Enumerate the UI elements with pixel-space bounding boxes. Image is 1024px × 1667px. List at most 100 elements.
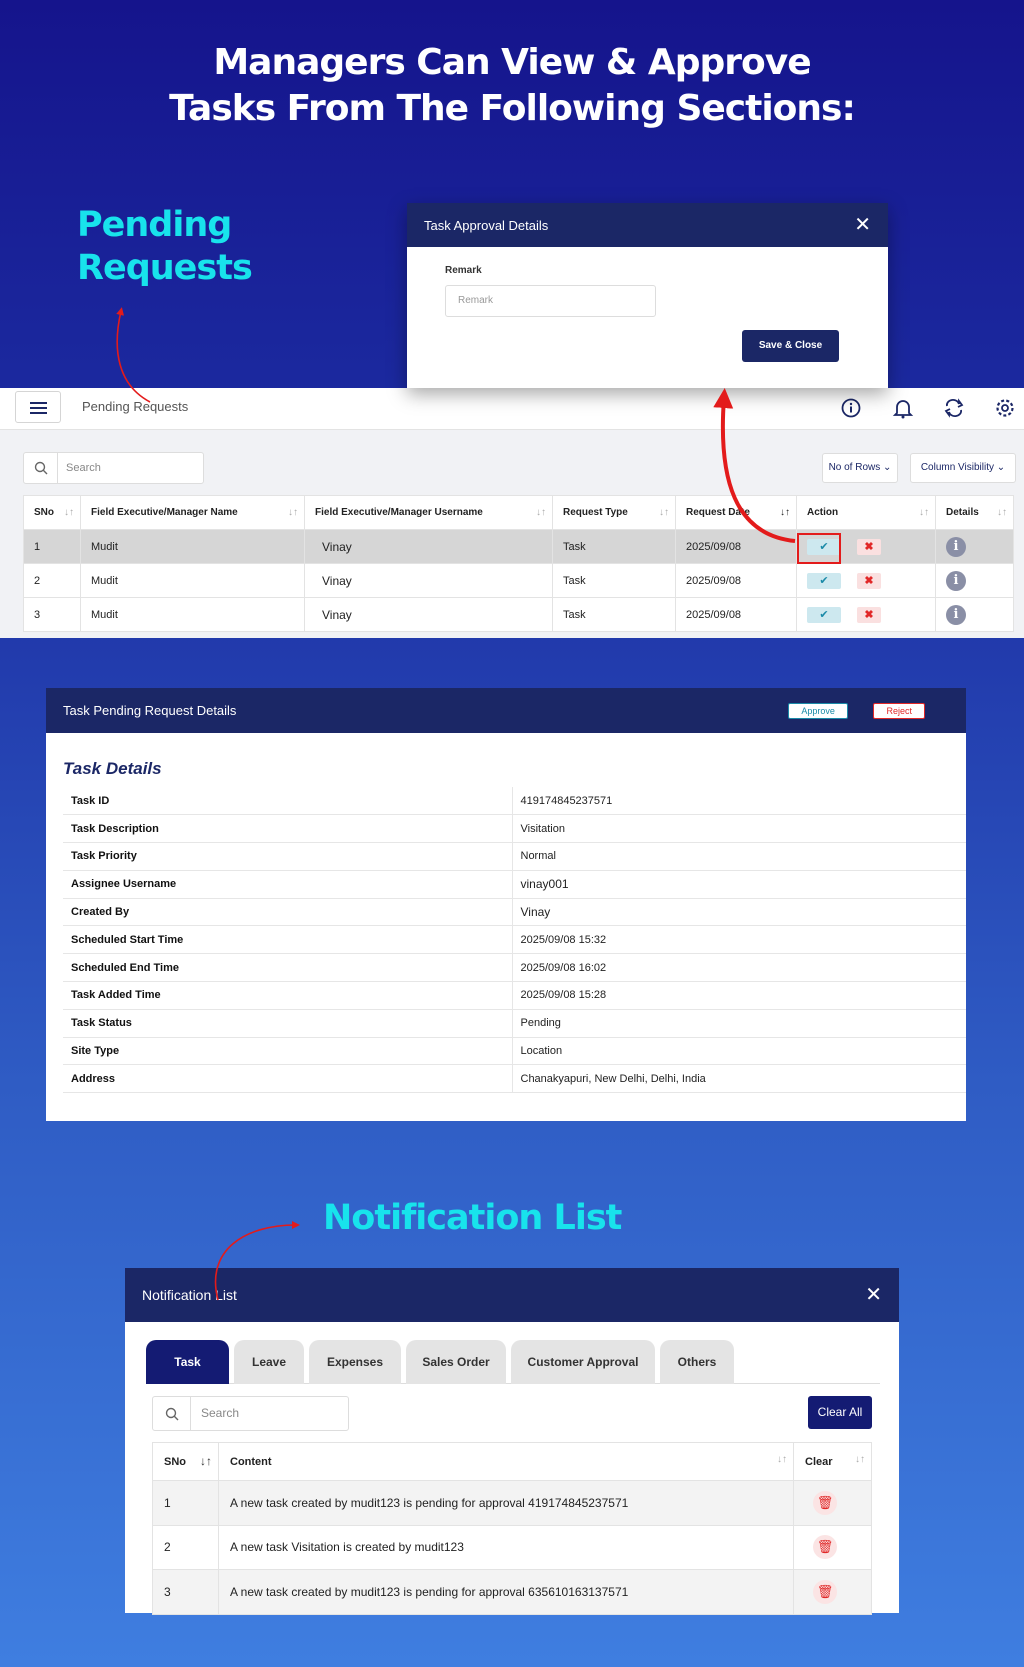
cell-sno: 2 <box>152 1524 219 1570</box>
pending-title-line-1: Pending <box>77 205 232 245</box>
highlight-box <box>797 533 841 564</box>
reject-x-button[interactable]: ✖ <box>857 572 881 589</box>
no-of-rows-dropdown[interactable]: No of Rows ⌄ <box>822 453 898 483</box>
notification-table: SNo ↓↑ Content ↓↑ Clear ↓↑ 1 A new task cre… <box>152 1442 872 1615</box>
notification-list-title: Notification List <box>323 1198 622 1238</box>
cell-action: ✔ ✖ <box>796 563 936 598</box>
detail-row: Created By Vinay <box>63 898 966 927</box>
search-input[interactable]: Search <box>23 452 204 484</box>
close-icon[interactable]: ✕ <box>854 215 871 235</box>
tab-leave[interactable]: Leave <box>234 1340 304 1384</box>
detail-row: Task Description Visitation <box>63 814 966 844</box>
cell-username: Vinay <box>304 597 553 632</box>
cell-name: Mudit <box>80 597 305 632</box>
column-header-details[interactable]: Details ↓↑ <box>935 495 1014 530</box>
cell-clear: 🗑 <box>793 1569 872 1615</box>
task-details-heading: Task Details <box>63 759 162 778</box>
approve-check-button[interactable]: ✔ <box>807 606 841 623</box>
cell-request-type: Task <box>552 597 676 632</box>
cell-sno: 3 <box>152 1569 219 1615</box>
approve-button[interactable]: Approve <box>788 703 848 719</box>
details-info-icon[interactable]: i <box>946 604 966 625</box>
detail-row: Task Status Pending <box>63 1009 966 1038</box>
detail-row: Task Priority Normal <box>63 842 966 871</box>
column-header-username[interactable]: Field Executive/Manager Username ↓↑ <box>304 495 553 530</box>
save-close-button[interactable]: Save & Close <box>742 330 839 362</box>
task-approval-modal: Task Approval Details ✕ Remark Remark Sa… <box>407 203 888 388</box>
column-header-request-date[interactable]: Request Date ↓↑ <box>675 495 797 530</box>
close-icon[interactable]: ✕ <box>865 1285 882 1305</box>
table-header: SNo ↓↑ Field Executive/Manager Name ↓↑ Fie… <box>23 495 1014 530</box>
table-row: 1 A new task created by mudit123 is pend… <box>152 1480 872 1526</box>
detail-row: Address Chanakyapuri, New Delhi, Delhi, I… <box>63 1064 966 1094</box>
info-icon[interactable] <box>840 397 862 419</box>
approve-check-button[interactable]: ✔ <box>807 572 841 589</box>
cell-request-date: 2025/09/08 <box>675 529 797 564</box>
trash-icon[interactable]: 🗑 <box>813 1579 837 1604</box>
tab-customer-approval[interactable]: Customer Approval <box>511 1340 655 1384</box>
cell-sno: 2 <box>23 563 81 598</box>
notification-search-input[interactable]: Search <box>152 1396 349 1431</box>
gear-icon[interactable] <box>994 397 1016 419</box>
search-icon <box>153 1397 191 1430</box>
cell-sno: 1 <box>23 529 81 564</box>
detail-row: Scheduled End Time 2025/09/08 16:02 <box>63 953 966 983</box>
bell-icon[interactable] <box>892 397 914 419</box>
approval-modal-header: Task Approval Details ✕ <box>407 203 888 247</box>
tab-others[interactable]: Others <box>660 1340 734 1384</box>
table-header: SNo ↓↑ Content ↓↑ Clear ↓↑ <box>152 1442 872 1481</box>
menu-button[interactable] <box>15 391 61 423</box>
pending-requests-panel: Pending Requests Search No of Rows ⌄ Col… <box>0 388 1024 638</box>
column-header-sno[interactable]: SNo ↓↑ <box>23 495 81 530</box>
column-header-sno[interactable]: SNo ↓↑ <box>152 1442 219 1481</box>
reject-button[interactable]: Reject <box>873 703 925 719</box>
pending-requests-title: Pending Requests <box>77 204 253 290</box>
detail-row: Site Type Location <box>63 1037 966 1066</box>
pending-requests-table: SNo ↓↑ Field Executive/Manager Name ↓↑ Fie… <box>23 495 1014 632</box>
cell-clear: 🗑 <box>793 1480 872 1526</box>
column-visibility-dropdown[interactable]: Column Visibility ⌄ <box>910 453 1016 483</box>
details-info-icon[interactable]: i <box>946 536 966 557</box>
search-placeholder: Search <box>201 1406 240 1420</box>
cell-details: i <box>935 563 1014 598</box>
column-header-content[interactable]: Content ↓↑ <box>218 1442 794 1481</box>
table-row: 2 Mudit Vinay Task 2025/09/08 ✔ ✖ i <box>23 563 1014 598</box>
column-header-action[interactable]: Action ↓↑ <box>796 495 936 530</box>
trash-icon[interactable]: 🗑 <box>813 1535 837 1560</box>
cell-name: Mudit <box>80 563 305 598</box>
tab-expenses[interactable]: Expenses <box>309 1340 401 1384</box>
search-icon <box>24 453 58 483</box>
table-row: 3 A new task created by mudit123 is pend… <box>152 1569 872 1615</box>
headline-line-2: Tasks From The Following Sections: <box>169 88 856 129</box>
details-modal-header: Task Pending Request Details Approve Rej… <box>46 688 966 733</box>
notification-modal-title: Notification List <box>142 1287 237 1303</box>
notification-list-modal: Notification List ✕ Task Leave Expenses … <box>125 1268 899 1615</box>
reject-x-button[interactable]: ✖ <box>857 538 881 555</box>
trash-icon[interactable]: 🗑 <box>813 1490 837 1515</box>
remark-input[interactable]: Remark <box>445 285 656 317</box>
column-header-name[interactable]: Field Executive/Manager Name ↓↑ <box>80 495 305 530</box>
clear-all-button[interactable]: Clear All <box>808 1396 872 1429</box>
headline-line-1: Managers Can View & Approve <box>213 42 811 83</box>
cell-action: ✔ ✖ <box>796 597 936 632</box>
tab-task[interactable]: Task <box>146 1340 229 1384</box>
cell-content: A new task created by mudit123 is pendin… <box>218 1480 794 1526</box>
sync-icon[interactable] <box>943 397 965 419</box>
reject-x-button[interactable]: ✖ <box>857 606 881 623</box>
tab-sales-order[interactable]: Sales Order <box>406 1340 506 1384</box>
detail-row: Task ID 419174845237571 <box>63 787 966 816</box>
cell-request-date: 2025/09/08 <box>675 563 797 598</box>
details-modal-title: Task Pending Request Details <box>63 703 237 718</box>
details-info-icon[interactable]: i <box>946 570 966 591</box>
notification-tabs: Task Leave Expenses Sales Order Customer… <box>146 1340 880 1384</box>
cell-content: A new task Visitation is created by mudi… <box>218 1524 794 1570</box>
table-row: 1 Mudit Vinay Task 2025/09/08 ✔ ✖ i <box>23 529 1014 564</box>
search-placeholder: Search <box>66 462 101 474</box>
task-details-modal: Task Pending Request Details Approve Rej… <box>46 688 966 1121</box>
cell-details: i <box>935 597 1014 632</box>
cell-username: Vinay <box>304 529 553 564</box>
column-header-clear[interactable]: Clear ↓↑ <box>793 1442 872 1481</box>
page-title: Pending Requests <box>82 399 189 414</box>
cell-sno: 1 <box>152 1480 219 1526</box>
column-header-request-type[interactable]: Request Type ↓↑ <box>552 495 676 530</box>
